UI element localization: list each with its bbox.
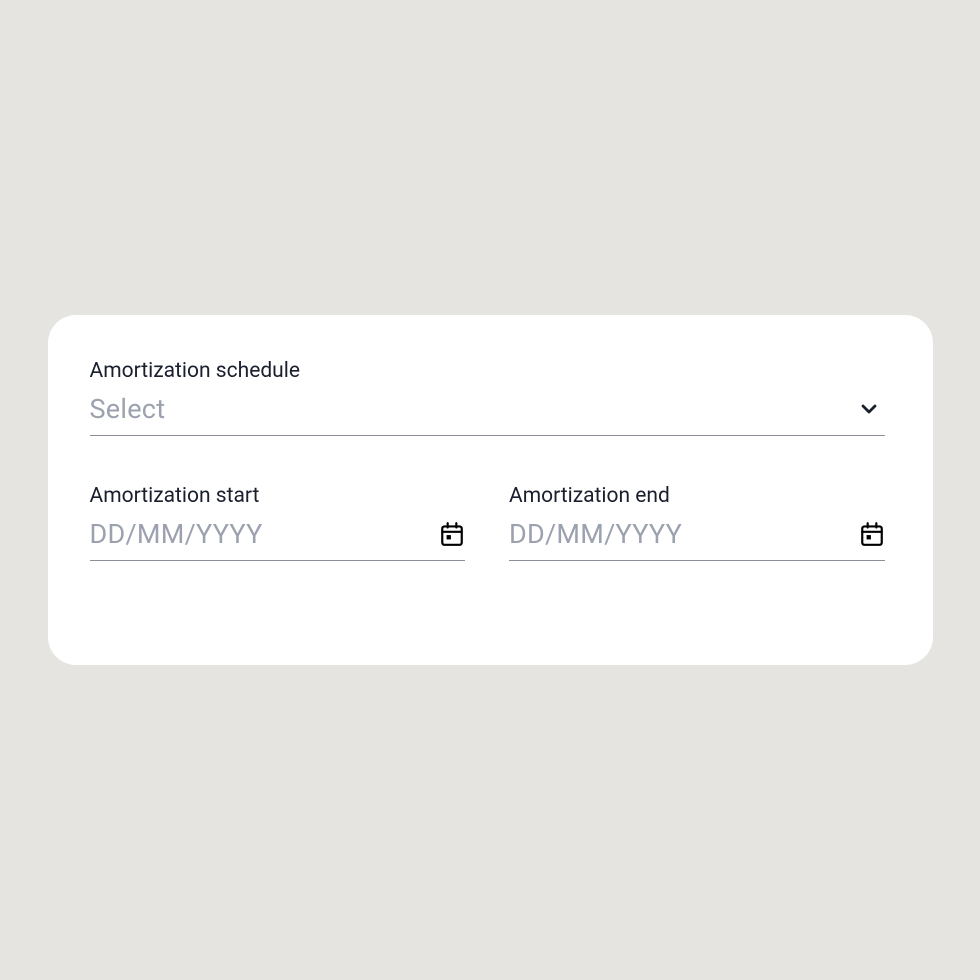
amortization-start-input[interactable]: DD/MM/YYYY bbox=[90, 518, 466, 561]
amortization-schedule-label: Amortization schedule bbox=[90, 359, 885, 383]
amortization-end-placeholder: DD/MM/YYYY bbox=[509, 518, 682, 550]
calendar-icon[interactable] bbox=[859, 521, 885, 547]
amortization-card: Amortization schedule Select Amortizatio… bbox=[48, 315, 933, 665]
amortization-schedule-select[interactable]: Select bbox=[90, 393, 885, 436]
amortization-start-field: Amortization start DD/MM/YYYY bbox=[90, 484, 466, 561]
amortization-end-label: Amortization end bbox=[509, 484, 885, 508]
date-fields-row: Amortization start DD/MM/YYYY Amortizati… bbox=[90, 484, 885, 609]
chevron-down-icon bbox=[857, 397, 881, 421]
calendar-icon[interactable] bbox=[439, 521, 465, 547]
amortization-start-placeholder: DD/MM/YYYY bbox=[90, 518, 263, 550]
amortization-end-field: Amortization end DD/MM/YYYY bbox=[509, 484, 885, 609]
amortization-schedule-field: Amortization schedule Select bbox=[90, 359, 885, 436]
amortization-start-label: Amortization start bbox=[90, 484, 466, 508]
amortization-end-input[interactable]: DD/MM/YYYY bbox=[509, 518, 885, 561]
amortization-schedule-placeholder: Select bbox=[90, 393, 166, 425]
